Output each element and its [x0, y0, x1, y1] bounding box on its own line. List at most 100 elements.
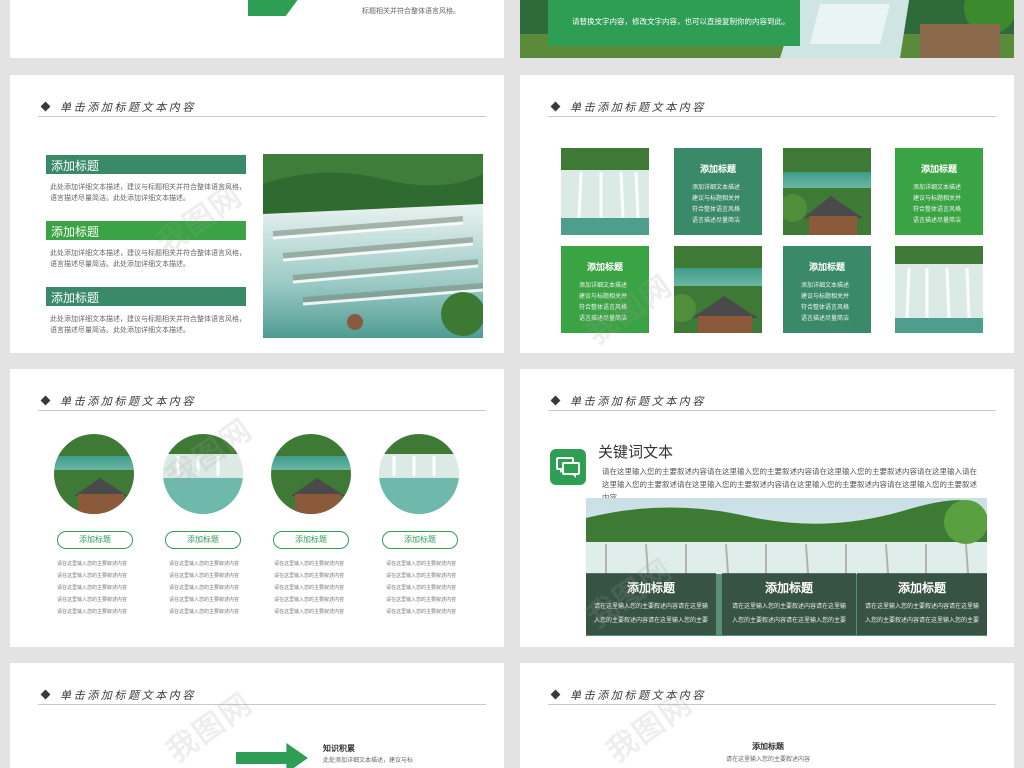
overlay-line: 请在这里输入您的主要叙述内容请在这里输	[731, 604, 846, 610]
description-2: 此处添加详细文本描述，建议与标题相关并符合整体语言风格，语言描述尽量简洁。此处添…	[50, 250, 246, 268]
overlay-line: 请在这里输入您的主要叙述内容请在这里输	[864, 604, 979, 610]
tile-line: 添加详细文本描述	[579, 283, 628, 289]
diamond-icon	[40, 395, 51, 406]
slide-title: 单击添加标题文本内容	[60, 102, 196, 114]
circle-photo-waterfall	[379, 434, 459, 514]
slide-title-bar: 单击添加标题文本内容	[38, 393, 486, 411]
overlay-line: 入您的主要叙述内容请在这里输入您的主要	[864, 618, 979, 624]
heading-1: 添加标题	[51, 159, 100, 173]
overlay-card-1: 添加标题 请在这里输入您的主要叙述内容请在这里输 入您的主要叙述内容请在这里输入…	[586, 573, 716, 635]
slide-1-text: 标题相关并符合整体语言风格。	[362, 8, 460, 15]
description-line: 请在这里输入您的主要叙述内容	[169, 561, 240, 567]
description-block-3: 请在这里输入您的主要叙述内容 请在这里输入您的主要叙述内容 请在这里输入您的主要…	[274, 558, 354, 618]
description-line: 请在这里输入您的主要叙述内容	[274, 597, 345, 603]
title-pill-3: 添加标题	[273, 531, 349, 549]
overlay-card-3: 添加标题 请在这里输入您的主要叙述内容请在这里输 入您的主要叙述内容请在这里输入…	[857, 573, 987, 635]
description-1: 此处添加详细文本描述，建议与标题相关并符合整体语言风格，语言描述尽量简洁。此处添…	[50, 184, 246, 202]
slide-2: 请替换文字内容，修改文字内容，也可以直接复制你的内容到此。	[520, 0, 1014, 58]
tile-line: 建议与标题相关并	[579, 294, 628, 300]
description-line: 请在这里输入您的主要叙述内容	[169, 609, 240, 615]
tile-heading: 添加标题	[808, 262, 845, 272]
tile-line: 符合整体语言风格	[579, 305, 628, 311]
overlay-line: 请在这里输入您的主要叙述内容请在这里输	[593, 604, 708, 610]
info-tile-1: 添加标题 添加详细文本描述 建议与标题相关并 符合整体语言风格 语言描述尽量简洁	[674, 148, 762, 235]
description-line: 请在这里输入您的主要叙述内容	[274, 609, 345, 615]
village-photo	[674, 246, 762, 333]
village-photo	[783, 148, 871, 235]
slide-title: 单击添加标题文本内容	[570, 102, 706, 114]
slide-title-bar: 单击添加标题文本内容	[38, 687, 486, 705]
info-tile-2: 添加标题 添加详细文本描述 建议与标题相关并 符合整体语言风格 语言描述尽量简洁	[895, 148, 983, 235]
waterfall-photo	[895, 246, 983, 333]
diamond-icon	[550, 101, 561, 112]
tile-line: 添加详细文本描述	[692, 185, 741, 191]
chat-bubbles-icon	[550, 449, 586, 485]
circle-photo-village	[271, 434, 351, 514]
slide-6: 单击添加标题文本内容 关键词文本 请在这里输入您的主要叙述内容请在这里输入您的主…	[520, 369, 1014, 647]
tile-heading: 添加标题	[920, 164, 957, 174]
slide-title: 单击添加标题文本内容	[570, 396, 706, 408]
slide-title-bar: 单击添加标题文本内容	[548, 687, 996, 705]
info-tile-3: 添加标题 添加详细文本描述 建议与标题相关并 符合整体语言风格 语言描述尽量简洁	[561, 246, 649, 333]
heading-bar-1: 添加标题	[46, 155, 246, 174]
description-line: 请在这里输入您的主要叙述内容	[274, 561, 345, 567]
tile-line: 语言描述尽量简洁	[913, 218, 962, 224]
slide-title-bar: 单击添加标题文本内容	[38, 99, 486, 117]
green-arrow-shape	[236, 743, 308, 768]
description-line: 请在这里输入您的主要叙述内容	[57, 609, 128, 615]
description-3: 此处添加详细文本描述，建议与标题相关并符合整体语言风格，语言描述尽量简洁。此处添…	[50, 316, 246, 334]
overlay-heading: 添加标题	[764, 581, 813, 595]
tile-line: 语言描述尽量简洁	[692, 218, 741, 224]
description-line: 请在这里输入您的主要叙述内容	[386, 573, 457, 579]
heading-bar-2: 添加标题	[46, 221, 246, 240]
slide-title-bar: 单击添加标题文本内容	[548, 99, 996, 117]
description-block-2: 请在这里输入您的主要叙述内容 请在这里输入您的主要叙述内容 请在这里输入您的主要…	[169, 558, 249, 618]
slide-7: 单击添加标题文本内容 知识积累 此处添加详细文本描述，建议与标 我图网	[10, 663, 504, 768]
tile-line: 符合整体语言风格	[801, 305, 850, 311]
diamond-icon	[550, 689, 561, 700]
knowledge-heading: 知识积累	[323, 744, 355, 753]
green-arrow-shape	[248, 0, 302, 16]
slide-3: 单击添加标题文本内容 添加标题 此处添加详细文本描述，建议与标题相关并符合整体语…	[10, 75, 504, 353]
tile-line: 符合整体语言风格	[913, 207, 962, 213]
slide-1: 标题相关并符合整体语言风格。	[10, 0, 504, 58]
title-pill-4: 添加标题	[382, 531, 458, 549]
circle-photo-village	[54, 434, 134, 514]
terrace-waterfall-photo	[263, 154, 483, 338]
center-heading: 添加标题	[752, 742, 784, 751]
description-line: 请在这里输入您的主要叙述内容	[274, 573, 345, 579]
overlay-heading: 添加标题	[897, 581, 946, 595]
description-line: 请在这里输入您的主要叙述内容	[169, 573, 240, 579]
slide-5: 单击添加标题文本内容 添加标题 添加标题 添加标题 添加标题 请在这里输入您的主…	[10, 369, 504, 647]
description-line: 请在这里输入您的主要叙述内容	[386, 609, 457, 615]
tile-line: 添加详细文本描述	[913, 185, 962, 191]
description-line: 请在这里输入您的主要叙述内容	[57, 561, 128, 567]
tile-line: 添加详细文本描述	[801, 283, 850, 289]
waterfall-photo	[561, 148, 649, 235]
description-line: 请在这里输入您的主要叙述内容	[386, 585, 457, 591]
diamond-icon	[550, 395, 561, 406]
overlay-line: 入您的主要叙述内容请在这里输入您的主要	[731, 618, 846, 624]
tile-line: 建议与标题相关并	[692, 196, 741, 202]
tile-line: 建议与标题相关并	[801, 294, 850, 300]
knowledge-body: 此处添加详细文本描述，建议与标	[323, 758, 414, 764]
center-body: 请在这里输入您的主要叙述内容	[726, 757, 811, 763]
tile-heading: 添加标题	[586, 262, 623, 272]
tile-line: 符合整体语言风格	[692, 207, 741, 213]
heading-3: 添加标题	[51, 291, 100, 305]
description-line: 请在这里输入您的主要叙述内容	[274, 585, 345, 591]
tile-heading: 添加标题	[699, 164, 736, 174]
diamond-icon	[40, 689, 51, 700]
description-line: 请在这里输入您的主要叙述内容	[169, 585, 240, 591]
slide-2-text: 请替换文字内容，修改文字内容，也可以直接复制你的内容到此。	[572, 17, 790, 26]
info-tile-4: 添加标题 添加详细文本描述 建议与标题相关并 符合整体语言风格 语言描述尽量简洁	[783, 246, 871, 333]
heading-2: 添加标题	[51, 225, 100, 239]
description-line: 请在这里输入您的主要叙述内容	[169, 597, 240, 603]
description-line: 请在这里输入您的主要叙述内容	[386, 561, 457, 567]
keyword-title: 关键词文本	[598, 444, 674, 461]
overlay-line: 入您的主要叙述内容请在这里输入您的主要	[593, 618, 708, 624]
description-line: 请在这里输入您的主要叙述内容	[386, 597, 457, 603]
tile-line: 建议与标题相关并	[913, 196, 962, 202]
description-line: 请在这里输入您的主要叙述内容	[57, 597, 128, 603]
title-pill-2: 添加标题	[165, 531, 241, 549]
